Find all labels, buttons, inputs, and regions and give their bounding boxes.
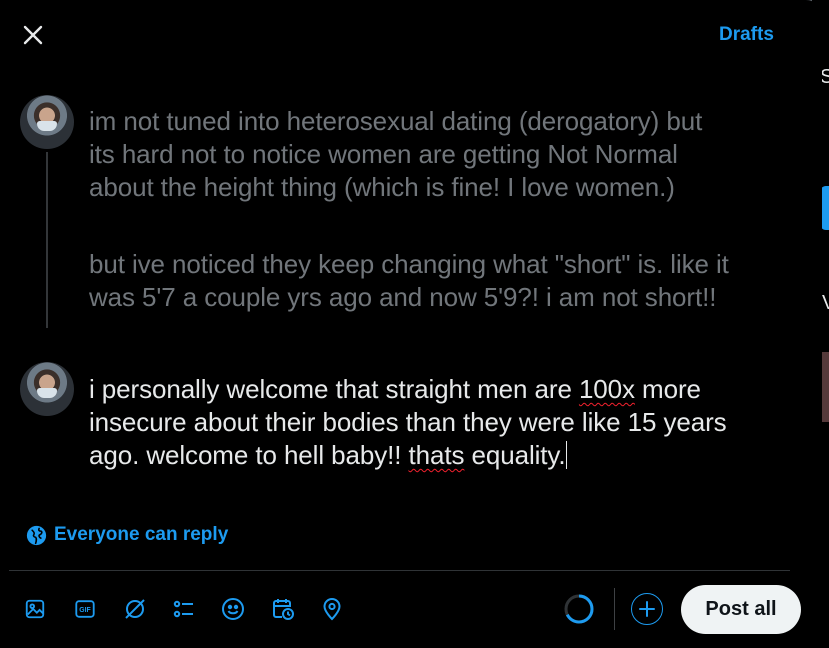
avatar[interactable] [20,362,74,416]
schedule-icon [273,599,294,620]
gif-button[interactable]: GIF [68,592,102,626]
emoji-icon [222,598,244,620]
background-text: V [822,292,829,314]
reply-setting-label: Everyone can reply [54,524,229,545]
compose-modal: Drafts im not tuned into heterosexual da… [0,0,822,648]
schedule-button[interactable] [266,592,300,626]
post-input[interactable]: i personally welcome that straight men a… [89,373,804,472]
gif-icon: GIF [75,600,95,618]
grok-button[interactable] [118,592,152,626]
poll-icon [173,600,193,618]
post-paragraph: im not tuned into heterosexual dating (d… [89,106,703,202]
background-image [822,352,829,422]
text-cursor [565,441,567,469]
plus-icon [639,601,655,617]
svg-text:GIF: GIF [79,607,90,614]
post-all-button[interactable]: Post all [681,585,801,634]
previous-post-text[interactable]: im not tuned into heterosexual dating (d… [89,105,804,314]
misspelled-word[interactable]: 100x [579,374,635,404]
location-button[interactable] [315,592,349,626]
emoji-button[interactable] [216,592,250,626]
toolbar-separator [614,588,615,630]
globe-icon [26,525,47,545]
post-paragraph: but ive noticed they keep changing what … [89,249,729,312]
post-text: i personally welcome that straight men a… [89,374,579,404]
misspelled-word[interactable]: thats [409,440,465,470]
drafts-button[interactable]: Drafts [719,24,774,46]
close-button[interactable] [14,16,52,54]
close-icon [23,25,43,45]
character-count-indicator [564,594,594,624]
thread-connector [46,152,48,328]
divider [9,570,790,571]
post-text: equality. [464,440,566,470]
media-button[interactable] [18,592,52,626]
image-icon [25,599,45,619]
add-post-button[interactable] [631,593,663,625]
location-icon [323,598,341,621]
reply-setting-button[interactable]: Everyone can reply [26,524,228,546]
avatar[interactable] [20,95,74,149]
grok-icon [125,599,145,619]
poll-button[interactable] [167,592,201,626]
